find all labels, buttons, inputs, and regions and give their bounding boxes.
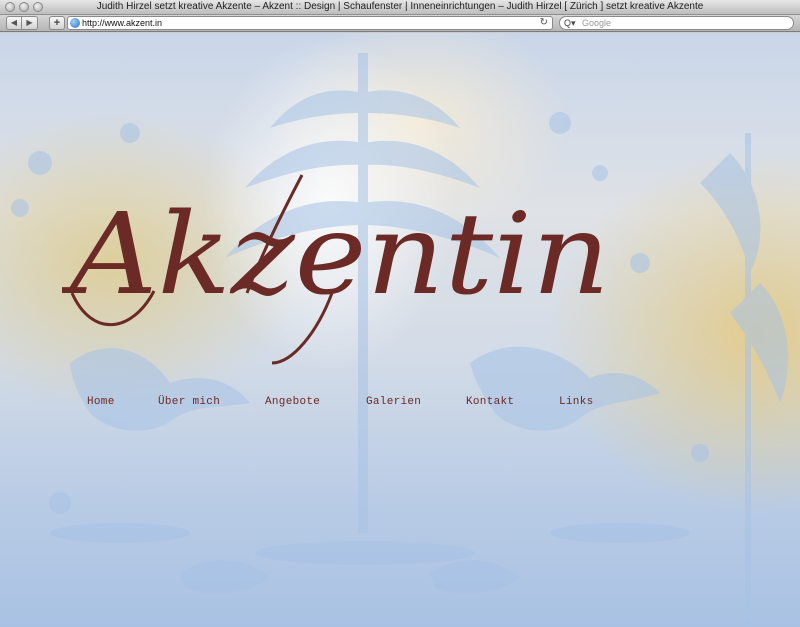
nav-offers-link[interactable]: Angebote xyxy=(265,396,320,408)
address-bar[interactable]: http://www.akzent.in ↻ xyxy=(67,16,553,30)
back-button[interactable]: ◀ xyxy=(6,16,22,30)
nav-contact-link[interactable]: Kontakt xyxy=(466,396,514,408)
nav-home-link[interactable]: Home xyxy=(87,396,115,408)
page-content: Akzentin Home Über mich Angebote Galerie… xyxy=(0,33,800,627)
akzentin-logo[interactable]: Akzentin xyxy=(62,173,622,373)
search-field[interactable]: Q▾ xyxy=(559,16,794,30)
main-navigation: Home Über mich Angebote Galerien Kontakt… xyxy=(0,396,800,412)
add-bookmark-button[interactable]: + xyxy=(49,16,65,30)
nav-about-link[interactable]: Über mich xyxy=(158,396,220,408)
search-input[interactable] xyxy=(582,18,782,28)
window-titlebar: Judith Hirzel setzt kreative Akzente – A… xyxy=(0,0,800,15)
search-icon[interactable]: Q▾ xyxy=(564,17,576,29)
logo-text: Akzentin xyxy=(62,190,610,320)
forward-button[interactable]: ▶ xyxy=(22,16,38,30)
zoom-window-button[interactable] xyxy=(33,2,43,12)
reload-icon[interactable]: ↻ xyxy=(540,17,548,29)
browser-toolbar: ◀ ▶ + http://www.akzent.in ↻ Q▾ xyxy=(0,15,800,32)
nav-links-link[interactable]: Links xyxy=(559,396,594,408)
globe-icon xyxy=(70,18,80,28)
url-text[interactable]: http://www.akzent.in xyxy=(82,18,162,28)
history-buttons: ◀ ▶ xyxy=(6,16,38,30)
nav-galleries-link[interactable]: Galerien xyxy=(366,396,421,408)
window-controls xyxy=(5,2,43,12)
window-title: Judith Hirzel setzt kreative Akzente – A… xyxy=(96,1,704,12)
forward-arrow-icon: ▶ xyxy=(26,18,33,27)
minimize-window-button[interactable] xyxy=(19,2,29,12)
back-arrow-icon: ◀ xyxy=(10,18,18,27)
plus-icon: + xyxy=(53,17,61,29)
close-window-button[interactable] xyxy=(5,2,15,12)
